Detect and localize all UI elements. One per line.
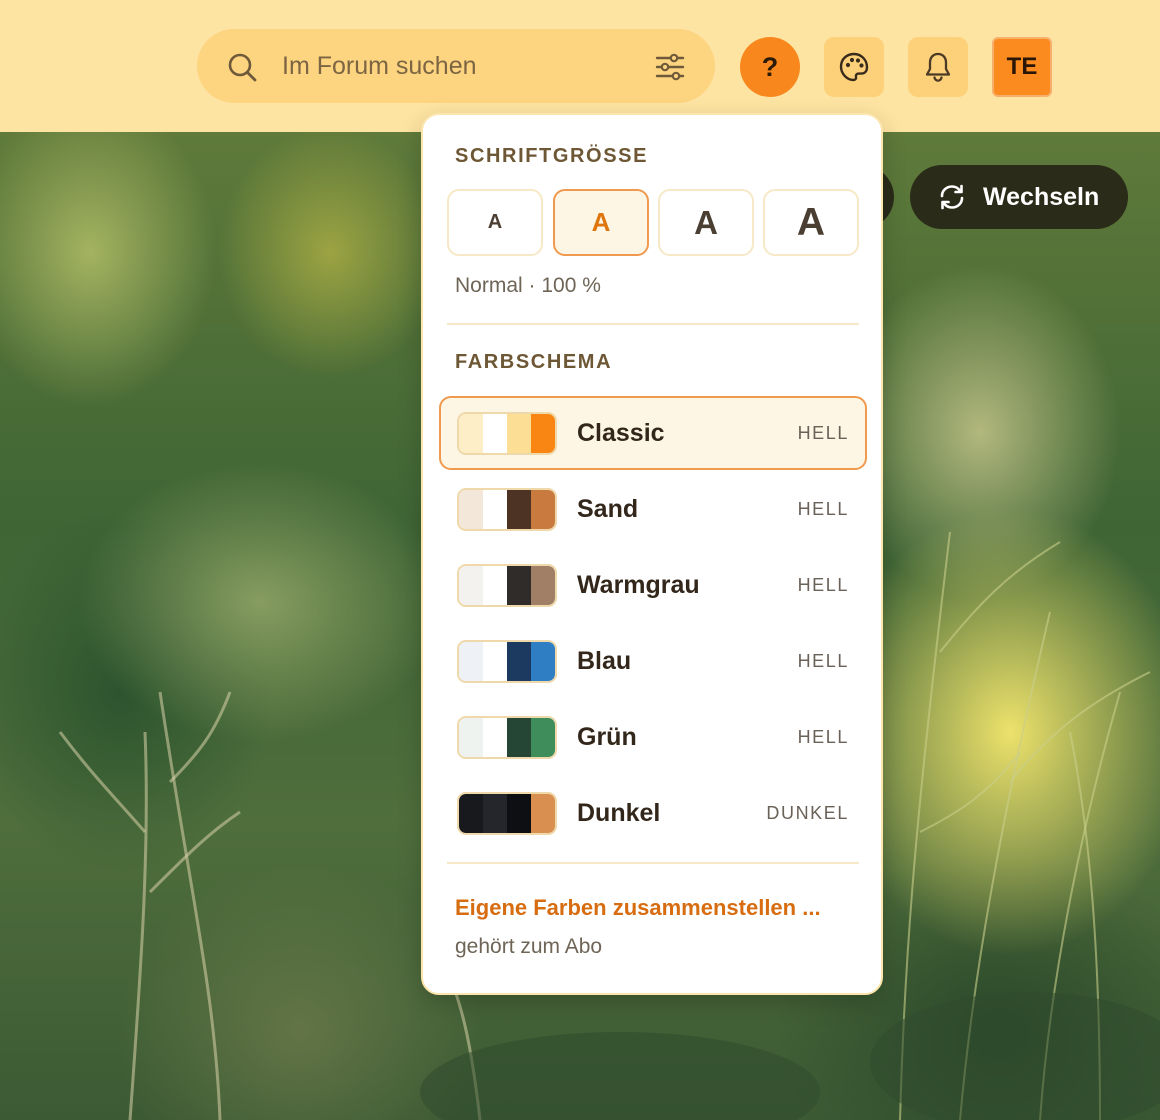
search-input[interactable]: Im Forum suchen — [282, 29, 477, 103]
color-scheme-heading: FARBSCHEMA — [455, 351, 613, 373]
color-swatch — [457, 792, 557, 835]
divider — [447, 323, 859, 325]
scheme-tag: HELL — [797, 423, 849, 443]
bell-icon — [925, 52, 951, 82]
scheme-option-blau[interactable]: Blau HELL — [439, 624, 867, 698]
scheme-option-sand[interactable]: Sand HELL — [439, 472, 867, 546]
scheme-name: Warmgrau — [577, 571, 700, 599]
color-swatch — [457, 412, 557, 455]
divider — [447, 862, 859, 864]
help-button[interactable]: ? — [740, 37, 800, 97]
scheme-name: Blau — [577, 647, 632, 675]
scheme-name: Sand — [577, 495, 639, 523]
scheme-tag: HELL — [797, 499, 849, 519]
scheme-name: Grün — [577, 723, 637, 751]
refresh-icon — [940, 184, 964, 210]
user-avatar[interactable]: TE — [992, 37, 1052, 97]
font-size-caption: Normal · 100 % — [455, 274, 601, 297]
search-bar[interactable]: Im Forum suchen — [197, 29, 715, 103]
scheme-name: Classic — [577, 419, 665, 447]
scheme-option-warmgrau[interactable]: Warmgrau HELL — [439, 548, 867, 622]
color-swatch — [457, 488, 557, 531]
scheme-tag: DUNKEL — [766, 803, 849, 823]
font-size-normal[interactable]: A — [553, 189, 649, 256]
palette-icon — [839, 52, 869, 82]
switch-button-label: Wechseln — [983, 183, 1100, 211]
color-swatch — [457, 716, 557, 759]
search-icon — [228, 53, 257, 82]
color-swatch — [457, 640, 557, 683]
filter-icon[interactable] — [655, 53, 685, 81]
scheme-option-classic[interactable]: Classic HELL — [439, 396, 867, 470]
notifications-button[interactable] — [908, 37, 968, 97]
theme-button[interactable] — [824, 37, 884, 97]
scheme-tag: HELL — [797, 651, 849, 671]
switch-button[interactable]: Wechseln — [910, 165, 1128, 229]
scheme-tag: HELL — [797, 727, 849, 747]
font-size-large[interactable]: A — [658, 189, 754, 256]
scheme-name: Dunkel — [577, 799, 661, 827]
scheme-tag: HELL — [797, 575, 849, 595]
font-size-xlarge[interactable]: A — [763, 189, 859, 256]
font-size-small[interactable]: A — [447, 189, 543, 256]
font-size-heading: SCHRIFTGRÖSSE — [455, 145, 649, 167]
scheme-option-gruen[interactable]: Grün HELL — [439, 700, 867, 774]
color-swatch — [457, 564, 557, 607]
custom-colors-note: gehört zum Abo — [455, 935, 603, 958]
custom-colors-link[interactable]: Eigene Farben zusammenstellen ... — [455, 895, 821, 921]
appearance-dropdown: SCHRIFTGRÖSSE A A A A Normal · 100 % FAR… — [421, 113, 883, 995]
scheme-option-dunkel[interactable]: Dunkel DUNKEL — [439, 776, 867, 850]
help-icon: ? — [761, 51, 779, 82]
